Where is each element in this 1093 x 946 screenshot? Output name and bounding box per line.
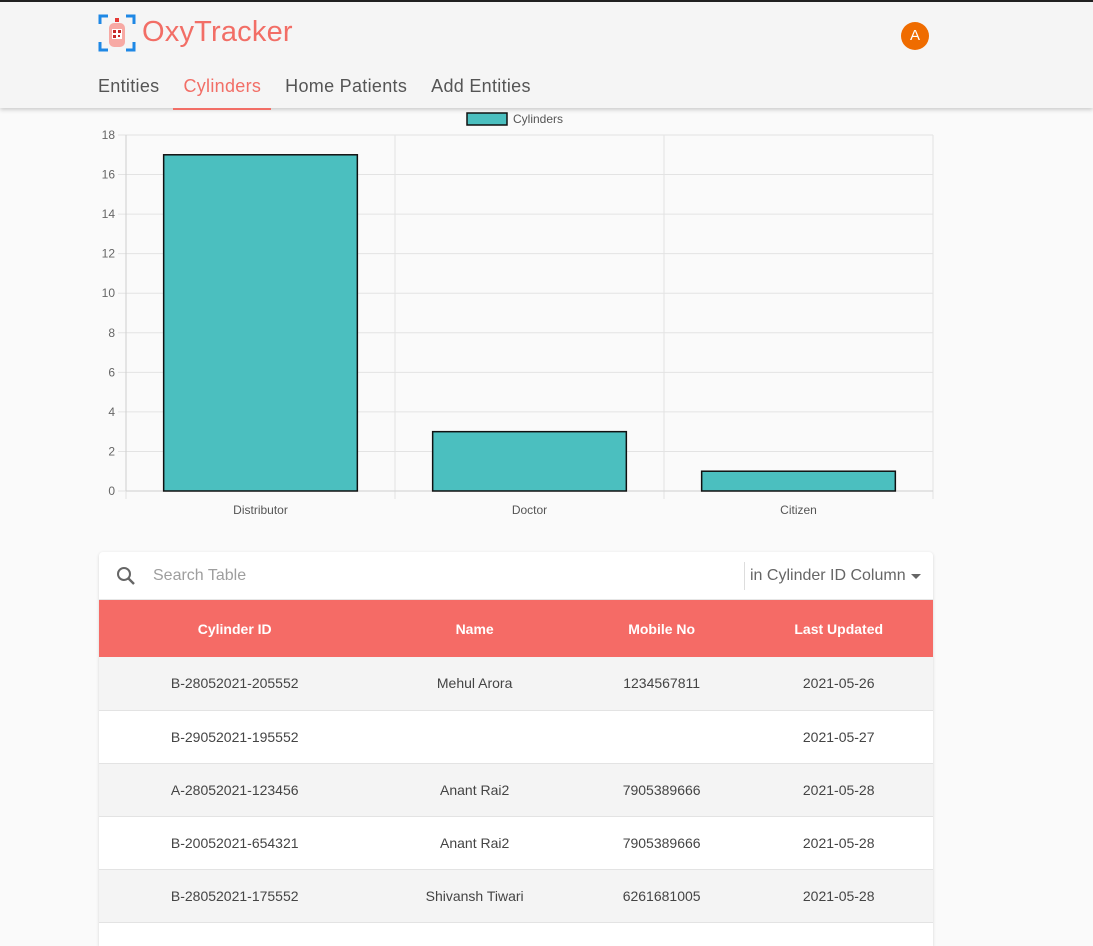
bar-citizen xyxy=(700,470,897,492)
cell-last-updated: 2021-05-28 xyxy=(802,887,875,904)
cell-name xyxy=(370,710,578,763)
main-tabs: Entities Cylinders Home Patients Add Ent… xyxy=(86,66,543,110)
legend-swatch xyxy=(466,112,508,126)
cylinders-table: Cylinder ID Name Mobile No Last Updated … xyxy=(99,600,933,946)
y-tick-label: 18 xyxy=(102,128,116,142)
cell-cylinder-id: B-20052021-654321 xyxy=(170,834,299,851)
x-tick-label: Distributor xyxy=(233,503,288,517)
cell-mobile-no xyxy=(579,710,745,763)
table-row[interactable]: B-29052021-195552 2021-05-27 xyxy=(99,710,933,763)
dropdown-caret-icon xyxy=(911,574,921,579)
cell-name: Anant Rai2 xyxy=(440,781,510,798)
user-avatar[interactable]: A xyxy=(901,22,929,50)
cell-cylinder-id: B-29052021-195552 xyxy=(170,728,299,745)
y-tick-label: 12 xyxy=(102,247,116,261)
cell-name: Anant Rai2 xyxy=(440,834,510,851)
cell-mobile-no: 6261681005 xyxy=(622,887,701,904)
cell-last-updated: 2021-05-28 xyxy=(802,781,875,798)
tab-entities[interactable]: Entities xyxy=(86,66,171,108)
table-search-bar: in Cylinder ID Column xyxy=(99,552,933,600)
app-header: OxyTracker A Entities Cylinders Home Pat… xyxy=(0,2,1093,110)
y-tick-label: 6 xyxy=(108,365,115,379)
tab-home-patients[interactable]: Home Patients xyxy=(273,66,419,108)
column-header-mobile-no[interactable]: Mobile No xyxy=(579,600,745,657)
y-tick-label: 10 xyxy=(102,286,116,300)
bar-distributor xyxy=(162,154,359,492)
y-tick-label: 14 xyxy=(102,207,116,221)
search-input[interactable] xyxy=(153,562,733,590)
y-tick-label: 8 xyxy=(108,326,115,340)
y-tick-label: 16 xyxy=(102,168,116,182)
cylinders-table-card: in Cylinder ID Column Cylinder ID Name M… xyxy=(99,552,933,946)
y-tick-label: 0 xyxy=(108,484,115,498)
cylinders-bar-chart: 0 2 4 6 8 10 12 14 16 18 Distributor Doctor Citizen C… xyxy=(102,112,934,517)
x-tick-label: Doctor xyxy=(512,503,547,517)
tab-add-entities[interactable]: Add Entities xyxy=(419,66,543,108)
table-row[interactable]: B-28052021-175552 Shivansh Tiwari 626168… xyxy=(99,869,933,922)
table-row-partial[interactable] xyxy=(99,922,933,946)
cell-cylinder-id: A-28052021-123456 xyxy=(170,781,299,798)
cell-mobile-no: 7905389666 xyxy=(622,834,701,851)
table-row[interactable]: B-28052021-205552 Mehul Arora 1234567811… xyxy=(99,657,933,710)
cell-last-updated: 2021-05-27 xyxy=(802,728,875,745)
tab-cylinders[interactable]: Cylinders xyxy=(171,66,273,110)
y-tick-label: 4 xyxy=(108,405,115,419)
table-row[interactable]: A-28052021-123456 Anant Rai2 7905389666 … xyxy=(99,763,933,816)
search-column-select[interactable]: in Cylinder ID Column xyxy=(744,562,929,590)
search-icon xyxy=(117,567,135,585)
table-header-row: Cylinder ID Name Mobile No Last Updated xyxy=(99,600,933,657)
cell-cylinder-id: B-28052021-205552 xyxy=(170,675,299,692)
y-tick-label: 2 xyxy=(108,444,115,458)
column-header-last-updated[interactable]: Last Updated xyxy=(744,600,933,657)
cell-last-updated: 2021-05-28 xyxy=(802,834,875,851)
search-column-label: in Cylinder ID Column xyxy=(750,567,906,584)
legend-label: Cylinders xyxy=(513,112,563,126)
cell-last-updated: 2021-05-26 xyxy=(802,675,875,692)
column-header-cylinder-id[interactable]: Cylinder ID xyxy=(99,600,370,657)
cell-cylinder-id: B-28052021-175552 xyxy=(170,887,299,904)
cell-name: Mehul Arora xyxy=(436,675,513,692)
cell-mobile-no: 7905389666 xyxy=(622,781,701,798)
table-row[interactable]: B-20052021-654321 Anant Rai2 7905389666 … xyxy=(99,816,933,869)
cell-mobile-no: 1234567811 xyxy=(623,675,701,692)
x-tick-label: Citizen xyxy=(780,503,817,517)
column-header-name[interactable]: Name xyxy=(370,600,578,657)
bar-doctor xyxy=(431,430,628,492)
brand-title: OxyTracker xyxy=(142,16,293,48)
oxytracker-logo-icon xyxy=(98,14,136,52)
cell-name: Shivansh Tiwari xyxy=(425,887,524,904)
